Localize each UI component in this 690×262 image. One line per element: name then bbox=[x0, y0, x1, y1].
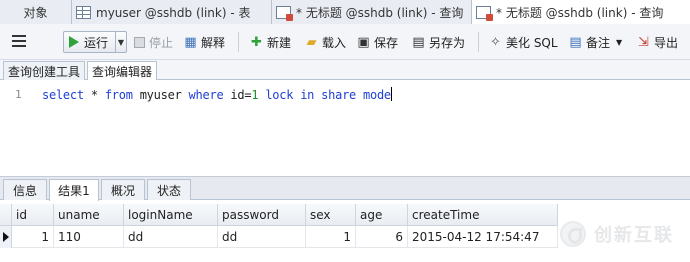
sql-identifier: myuser bbox=[139, 88, 182, 102]
new-icon: ✚ bbox=[251, 34, 262, 50]
sql-code-line[interactable]: select * from myuser where id=1 lock in … bbox=[42, 87, 392, 102]
magic-wand-icon: ✧ bbox=[490, 34, 501, 50]
row-pointer-icon bbox=[2, 232, 9, 242]
export-label: 导出 bbox=[654, 35, 679, 50]
column-header-uname[interactable]: uname bbox=[54, 204, 124, 226]
column-header-password[interactable]: password bbox=[218, 204, 306, 226]
sql-editor[interactable]: 1 select * from myuser where id=1 lock i… bbox=[0, 80, 690, 176]
column-header-id[interactable]: id bbox=[12, 204, 54, 226]
menu-icon[interactable] bbox=[12, 35, 26, 47]
save-as-label: 另存为 bbox=[429, 35, 466, 50]
note-icon: ▤ bbox=[569, 34, 582, 50]
cell-sex[interactable]: 1 bbox=[306, 226, 356, 248]
note-dropdown-icon[interactable]: ▼ bbox=[616, 38, 622, 47]
tab-untitled-query-2-label: * 无标题 @sshdb (link) - 查询 bbox=[496, 6, 664, 20]
cell-id[interactable]: 1 bbox=[12, 226, 54, 248]
save-as-icon: ▤ bbox=[412, 34, 425, 50]
watermark-text: 创新互联 bbox=[594, 225, 674, 246]
save-button[interactable]: ▣ 保存 bbox=[356, 31, 398, 53]
sql-keyword: in bbox=[300, 88, 315, 102]
tab-myuser-table-label: myuser @sshdb (link) - 表 bbox=[96, 5, 251, 20]
tab-myuser-table[interactable]: myuser @sshdb (link) - 表 bbox=[72, 0, 272, 24]
sql-number: 1 bbox=[251, 88, 259, 102]
tab-status[interactable]: 状态 bbox=[147, 179, 191, 200]
note-button[interactable]: ▤ 备注 ▼ bbox=[568, 31, 622, 53]
tab-status-label: 状态 bbox=[156, 183, 181, 198]
tab-query-editor[interactable]: 查询编辑器 bbox=[87, 61, 158, 81]
folder-icon: ▰ bbox=[306, 34, 317, 50]
explain-icon: ▦ bbox=[184, 34, 197, 50]
table-icon bbox=[76, 5, 91, 19]
sql-keyword: share bbox=[321, 88, 357, 102]
query-icon bbox=[476, 6, 493, 21]
tab-untitled-query-2[interactable]: * 无标题 @sshdb (link) - 查询 bbox=[472, 0, 690, 25]
export-icon: ⇲ bbox=[638, 34, 649, 50]
cell-loginname[interactable]: dd bbox=[124, 226, 218, 248]
tab-overview[interactable]: 概况 bbox=[101, 179, 145, 200]
tab-query-editor-label: 查询编辑器 bbox=[92, 65, 153, 79]
run-button[interactable]: 运行 ▼ bbox=[63, 31, 127, 53]
tab-untitled-query-1-label: * 无标题 @sshdb (link) - 查询 bbox=[296, 5, 464, 20]
line-number-gutter: 1 bbox=[0, 80, 34, 176]
stop-icon bbox=[134, 36, 145, 48]
new-label: 新建 bbox=[267, 35, 292, 50]
explain-label: 解释 bbox=[201, 35, 226, 50]
row-header-corner bbox=[0, 204, 12, 226]
run-dropdown-icon[interactable]: ▼ bbox=[115, 32, 126, 52]
toolbar-divider bbox=[478, 32, 479, 52]
note-label: 备注 bbox=[586, 35, 611, 50]
tab-objects-label: 对象 bbox=[23, 5, 48, 20]
sql-operator: * bbox=[90, 88, 98, 102]
toolbar-divider bbox=[238, 32, 239, 52]
tab-info[interactable]: 信息 bbox=[3, 179, 47, 200]
column-header-age[interactable]: age bbox=[356, 204, 408, 226]
load-button[interactable]: ▰ 载入 bbox=[304, 31, 347, 53]
column-header-sex[interactable]: sex bbox=[306, 204, 356, 226]
line-number: 1 bbox=[15, 88, 22, 101]
cell-password[interactable]: dd bbox=[218, 226, 306, 248]
tab-untitled-query-1[interactable]: * 无标题 @sshdb (link) - 查询 bbox=[272, 0, 472, 24]
tab-query-builder-label: 查询创建工具 bbox=[8, 64, 81, 79]
sql-keyword: where bbox=[188, 88, 224, 102]
tab-result-1-label: 结果1 bbox=[58, 184, 90, 198]
cell-createtime[interactable]: 2015-04-12 17:54:47 bbox=[408, 226, 558, 248]
tab-objects[interactable]: 对象 bbox=[0, 0, 72, 24]
cell-age[interactable]: 6 bbox=[356, 226, 408, 248]
explain-button[interactable]: ▦ 解释 bbox=[183, 31, 225, 53]
tab-overview-label: 概况 bbox=[110, 183, 135, 198]
document-tab-bar: 对象 myuser @sshdb (link) - 表 * 无标题 @sshdb… bbox=[0, 0, 690, 25]
column-header-loginname[interactable]: loginName bbox=[124, 204, 218, 226]
sql-keyword: from bbox=[104, 88, 133, 102]
stop-label: 停止 bbox=[149, 35, 174, 50]
run-label: 运行 bbox=[84, 35, 109, 50]
cell-uname[interactable]: 110 bbox=[54, 226, 124, 248]
editor-mode-tabs: 查询创建工具 查询编辑器 bbox=[0, 60, 690, 81]
sql-identifier: id= bbox=[230, 88, 252, 102]
query-toolbar: 运行 ▼ 停止 ▦ 解释 ✚ 新建 ▰ 载入 ▣ 保存 ▤ 另存为 ✧ 美化 S… bbox=[0, 24, 690, 60]
beautify-sql-label: 美化 SQL bbox=[506, 35, 558, 50]
stop-button[interactable]: 停止 bbox=[132, 31, 173, 53]
column-header-createtime[interactable]: createTime bbox=[408, 204, 558, 226]
new-button[interactable]: ✚ 新建 bbox=[249, 31, 291, 53]
tab-result-1[interactable]: 结果1 bbox=[49, 179, 99, 201]
text-caret bbox=[390, 87, 392, 101]
play-icon bbox=[69, 36, 79, 48]
watermark: 创新互联 bbox=[560, 214, 688, 254]
sql-keyword: lock bbox=[265, 88, 294, 102]
watermark-logo-icon bbox=[560, 221, 586, 247]
export-button[interactable]: ⇲ 导出 bbox=[636, 31, 678, 53]
tab-query-builder[interactable]: 查询创建工具 bbox=[3, 61, 86, 80]
save-icon: ▣ bbox=[357, 34, 370, 50]
query-icon bbox=[276, 5, 293, 21]
sql-keyword: select bbox=[42, 88, 84, 102]
result-tab-bar: 信息 结果1 概况 状态 bbox=[0, 176, 690, 201]
save-as-button[interactable]: ▤ 另存为 bbox=[411, 31, 465, 53]
sql-keyword: mode bbox=[363, 88, 391, 102]
load-label: 载入 bbox=[322, 35, 347, 50]
current-row-indicator[interactable] bbox=[0, 226, 12, 248]
save-label: 保存 bbox=[374, 35, 399, 50]
tab-info-label: 信息 bbox=[12, 183, 37, 198]
beautify-sql-button[interactable]: ✧ 美化 SQL bbox=[488, 31, 558, 53]
